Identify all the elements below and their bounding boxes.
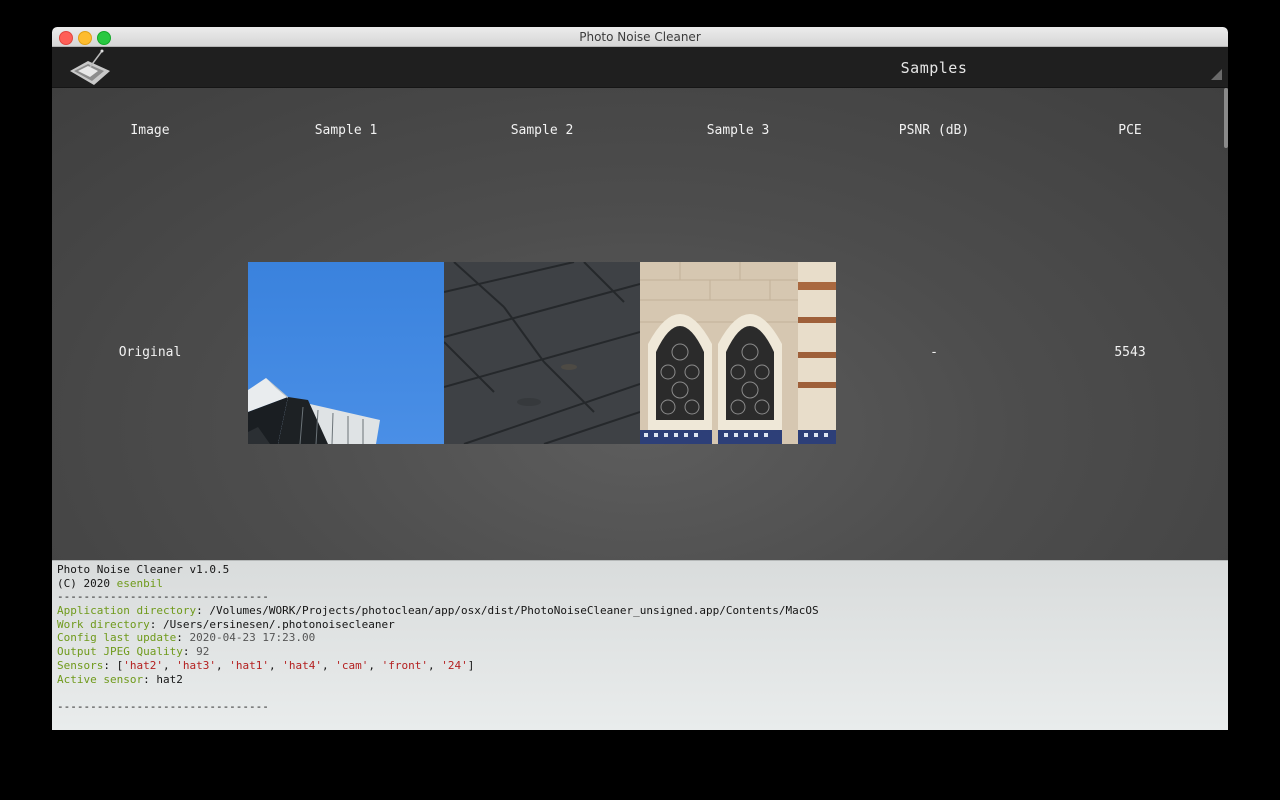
row-pce-value: 5543: [1114, 345, 1146, 360]
app-logo-icon[interactable]: [66, 49, 114, 87]
console-active-sensor: Active sensor: hat2: [57, 672, 183, 686]
header-pce: PCE: [1118, 123, 1142, 138]
row-image-name: Original: [118, 345, 182, 360]
header-sample-3: Sample 3: [706, 123, 770, 138]
console-version: Photo Noise Cleaner v1.0.5: [57, 563, 230, 576]
header-psnr: PSNR (dB): [898, 123, 970, 138]
sample-1-thumbnail[interactable]: [248, 262, 444, 444]
console-author: esenbil: [116, 576, 163, 590]
row-psnr-value: -: [930, 345, 938, 360]
console-separator-2: --------------------------------: [57, 699, 269, 713]
vertical-scrollbar[interactable]: [1224, 88, 1228, 148]
resize-grip-icon[interactable]: [1211, 69, 1222, 80]
console-app-dir: Application directory: /Volumes/WORK/Pro…: [57, 604, 819, 618]
console-separator: --------------------------------: [57, 590, 269, 604]
console-sensors: Sensors: ['hat2', 'hat3', 'hat1', 'hat4'…: [57, 658, 475, 672]
console-jpeg-quality: Output JPEG Quality: 92: [57, 645, 210, 659]
header-image: Image: [130, 123, 170, 138]
title-bar: Photo Noise Cleaner: [52, 27, 1228, 47]
toolbar: Samples: [52, 47, 1228, 88]
samples-table: Image Sample 1 Sample 2 Sample 3 PSNR (d…: [52, 88, 1228, 560]
log-console[interactable]: Photo Noise Cleaner v1.0.5 (C) 2020 esenb…: [52, 560, 1228, 730]
toolbar-title: Samples: [900, 59, 968, 77]
app-window: Photo Noise Cleaner Samples Image Sample…: [52, 27, 1228, 730]
window-title: Photo Noise Cleaner: [579, 30, 701, 44]
header-sample-2: Sample 2: [510, 123, 574, 138]
header-sample-1: Sample 1: [314, 123, 378, 138]
sample-3-thumbnail[interactable]: [640, 262, 836, 444]
console-work-dir: Work directory: /Users/ersinesen/.photon…: [57, 617, 395, 631]
console-config-update: Config last update: 2020-04-23 17:23.00: [57, 631, 316, 645]
sample-2-thumbnail[interactable]: [444, 262, 640, 444]
console-copyright: (C) 2020 esenbil: [57, 576, 163, 590]
